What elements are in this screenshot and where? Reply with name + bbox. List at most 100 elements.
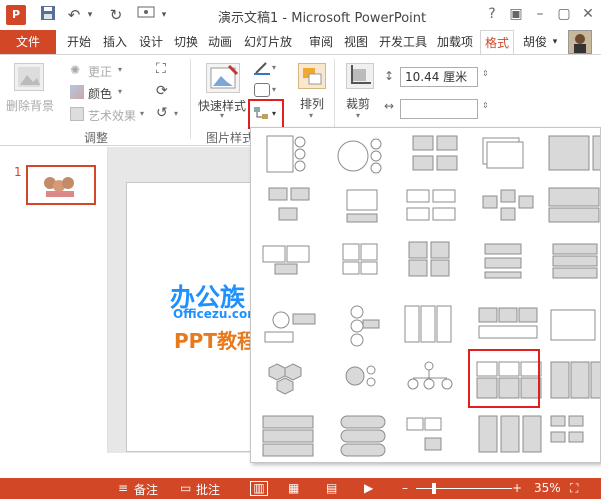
fit-slide-icon[interactable]: ⛶ — [570, 481, 578, 496]
quick-styles-icon — [206, 63, 240, 93]
width-input[interactable] — [400, 99, 478, 119]
user-name[interactable]: 胡俊 — [522, 30, 548, 54]
layout-option[interactable] — [262, 415, 314, 457]
layout-option[interactable] — [406, 417, 442, 451]
layout-option[interactable] — [548, 135, 601, 171]
crop-dropdown-icon[interactable]: ▾ — [356, 111, 360, 120]
compress-pictures-icon[interactable]: ⛶ — [156, 61, 166, 77]
zoom-slider-thumb[interactable] — [432, 483, 436, 494]
customize-qat-icon[interactable]: ▾ — [158, 5, 170, 25]
watermark-site: Officezu.com — [173, 307, 260, 321]
help-button[interactable]: ? — [482, 4, 502, 24]
layout-option[interactable] — [408, 241, 450, 277]
layout-option[interactable] — [268, 187, 310, 221]
minimize-button[interactable]: – — [530, 4, 550, 24]
arrange-button[interactable]: 排列 — [300, 95, 324, 112]
color-button[interactable]: 颜色 — [88, 85, 112, 102]
layout-option[interactable] — [404, 305, 452, 343]
tab-review[interactable]: 审阅 — [306, 30, 336, 54]
user-menu-icon[interactable]: ▾ — [550, 30, 560, 54]
zoom-in-icon[interactable]: + — [512, 481, 522, 495]
layout-option[interactable] — [412, 135, 458, 171]
save-icon[interactable] — [38, 5, 58, 25]
layout-option[interactable] — [268, 363, 302, 395]
change-picture-icon[interactable]: ⟳ — [156, 83, 168, 99]
undo-icon[interactable]: ↶ — [64, 5, 84, 25]
slideshow-icon[interactable]: ▶ — [364, 481, 373, 495]
layout-option[interactable] — [550, 309, 596, 341]
layout-option[interactable] — [264, 311, 316, 343]
avatar[interactable] — [568, 30, 592, 54]
reset-picture-icon[interactable]: ↺ — [156, 105, 168, 121]
tab-transitions[interactable]: 切换 — [171, 30, 201, 54]
undo-dropdown-icon[interactable]: ▾ — [84, 5, 96, 25]
layout-option[interactable] — [484, 243, 522, 279]
comments-icon[interactable]: ▭ — [180, 481, 191, 495]
close-button[interactable]: ✕ — [578, 4, 598, 24]
layout-option[interactable] — [482, 137, 524, 169]
maximize-button[interactable]: ▢ — [554, 4, 574, 24]
zoom-out-icon[interactable]: – — [402, 481, 408, 495]
tab-view[interactable]: 视图 — [341, 30, 371, 54]
picture-effects-dropdown-icon[interactable]: ▾ — [272, 85, 276, 94]
tab-format[interactable]: 格式 — [480, 30, 514, 54]
layout-option[interactable] — [476, 361, 542, 399]
tab-home[interactable]: 开始 — [64, 30, 94, 54]
tab-addins[interactable]: 加载项 — [434, 30, 476, 54]
tab-developer[interactable]: 开发工具 — [376, 30, 430, 54]
remove-background-button[interactable]: 删除背景 — [6, 97, 54, 114]
layout-option[interactable] — [262, 245, 310, 275]
picture-border-dropdown-icon[interactable]: ▾ — [272, 63, 276, 72]
artistic-effects-button[interactable]: 艺术效果 — [88, 107, 136, 124]
height-input[interactable]: 10.44 厘米 — [400, 67, 478, 87]
tab-file[interactable]: 文件 — [0, 30, 56, 54]
picture-layout-grid[interactable] — [251, 128, 601, 463]
comments-button[interactable]: 批注 — [196, 481, 220, 498]
corrections-dropdown-icon[interactable]: ▾ — [118, 65, 122, 74]
tab-animations[interactable]: 动画 — [205, 30, 235, 54]
zoom-level[interactable]: 35% — [534, 481, 561, 495]
height-spinner-icon[interactable]: ⇕ — [482, 69, 489, 78]
quick-styles-dropdown-icon[interactable]: ▾ — [220, 111, 224, 120]
layout-option[interactable] — [548, 187, 600, 223]
normal-view-icon[interactable]: ▥ — [250, 481, 268, 496]
reset-picture-dropdown-icon[interactable]: ▾ — [174, 109, 178, 118]
layout-option[interactable] — [350, 305, 380, 347]
width-spinner-icon[interactable]: ⇕ — [482, 101, 489, 110]
reading-view-icon[interactable]: ▤ — [326, 481, 337, 495]
layout-option[interactable] — [482, 189, 534, 221]
layout-option[interactable] — [550, 415, 584, 443]
layout-option[interactable] — [407, 361, 453, 390]
artistic-effects-dropdown-icon[interactable]: ▾ — [140, 109, 144, 118]
artistic-effects-icon — [70, 107, 84, 121]
layout-option[interactable] — [266, 135, 306, 173]
slide-sorter-icon[interactable]: ▦ — [288, 481, 299, 495]
layout-option[interactable] — [345, 365, 376, 387]
notes-icon[interactable]: ≡ — [118, 481, 128, 495]
ribbon-display-options-icon[interactable]: ▣ — [506, 4, 526, 24]
tab-insert[interactable]: 插入 — [100, 30, 130, 54]
slide-thumbnail[interactable] — [26, 165, 96, 205]
zoom-slider[interactable] — [416, 488, 512, 489]
picture-border-icon[interactable] — [254, 61, 270, 75]
color-dropdown-icon[interactable]: ▾ — [118, 87, 122, 96]
layout-option[interactable] — [340, 415, 386, 457]
layout-option[interactable] — [337, 138, 382, 174]
crop-button[interactable]: 裁剪 — [346, 95, 370, 112]
layout-option[interactable] — [550, 361, 601, 399]
redo-icon[interactable]: ↻ — [106, 5, 126, 25]
layout-option[interactable] — [342, 243, 378, 275]
layout-option[interactable] — [478, 307, 538, 339]
layout-option[interactable] — [478, 415, 542, 453]
color-icon — [70, 85, 84, 99]
corrections-button[interactable]: 更正 — [88, 63, 112, 80]
arrange-dropdown-icon[interactable]: ▾ — [309, 111, 313, 120]
layout-option[interactable] — [552, 243, 598, 279]
tab-slideshow[interactable]: 幻灯片放 — [240, 30, 296, 54]
presentation-icon[interactable] — [136, 5, 156, 25]
notes-button[interactable]: 备注 — [134, 481, 158, 498]
picture-effects-icon[interactable] — [254, 83, 270, 97]
layout-option[interactable] — [406, 189, 456, 221]
layout-option[interactable] — [346, 189, 378, 223]
tab-design[interactable]: 设计 — [136, 30, 166, 54]
